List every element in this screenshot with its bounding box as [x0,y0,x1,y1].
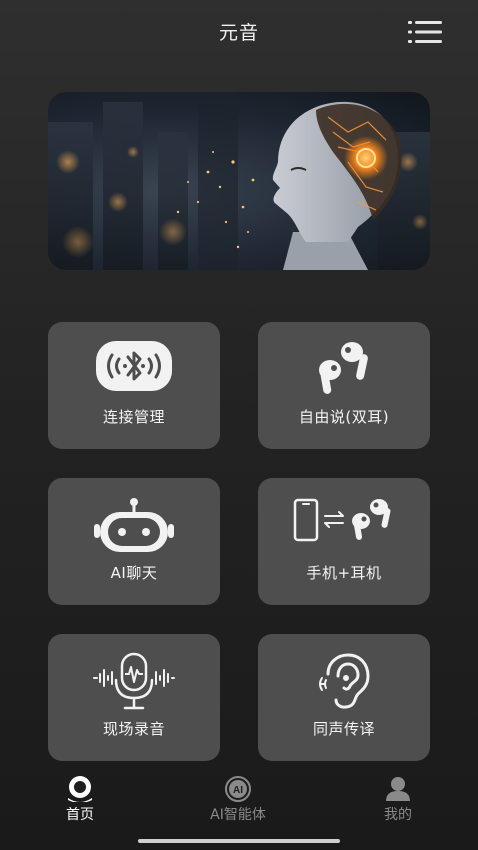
top-bar: 元音 [0,0,478,62]
robot-face-icon [94,498,174,552]
earbuds-icon [319,342,368,394]
app-screen: 元音 连接管理 自由说(双耳) AI聊天 手机+耳机 现场录音 同声传译 首页 … [0,0,478,850]
hero-banner-image[interactable] [48,92,430,270]
phone-earbuds-icon [293,498,391,542]
simultaneous-interpretation-label: 同声传译 [312,720,375,738]
tab-home[interactable]: 首页 [30,776,130,826]
phone-earphone-card[interactable]: 手机+耳机 [258,478,430,605]
home-tab-icon [68,776,92,802]
menu-button[interactable] [408,20,444,44]
ai-badge-text: AI [233,785,243,796]
connection-management-card[interactable]: 连接管理 [48,322,220,449]
ai-robot-portrait-image [48,92,430,270]
microphone-waveform-icon [93,652,175,710]
home-indicator[interactable] [138,839,340,843]
phone-earphone-label: 手机+耳机 [306,564,382,582]
menu-list-icon [408,21,442,43]
page-title: 元音 [218,22,259,44]
free-talk-card[interactable]: 自由说(双耳) [258,322,430,449]
ear-sound-icon [319,653,370,709]
ai-chat-card[interactable]: AI聊天 [48,478,220,605]
user-profile-icon [386,777,410,801]
bottom-tab-bar: 首页 AI AI智能体 我的 [0,768,478,850]
tab-ai-agent[interactable]: AI AI智能体 [188,776,288,826]
bluetooth-icon [96,341,172,391]
simultaneous-interpretation-card[interactable]: 同声传译 [258,634,430,761]
connection-management-label: 连接管理 [102,408,165,426]
onsite-recording-label: 现场录音 [102,720,165,738]
ai-chat-label: AI聊天 [110,564,158,582]
free-talk-label: 自由说(双耳) [298,408,390,426]
tab-ai-agent-label: AI智能体 [210,807,266,823]
onsite-recording-card[interactable]: 现场录音 [48,634,220,761]
ai-badge-icon: AI [225,776,251,802]
tab-home-label: 首页 [66,807,94,823]
tab-me-label: 我的 [384,807,412,823]
tab-me[interactable]: 我的 [348,776,448,826]
